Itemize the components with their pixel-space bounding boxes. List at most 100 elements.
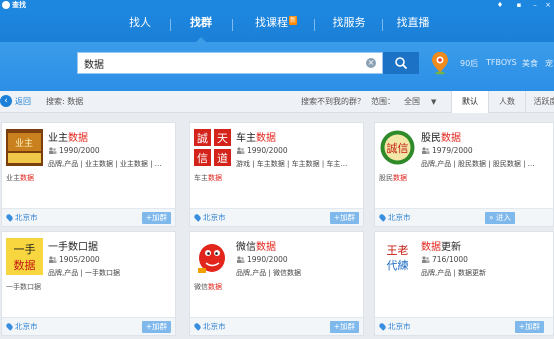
close-button[interactable]: × — [544, 1, 552, 9]
sort-label: 活跃度 — [533, 97, 554, 106]
title-text: 股民 — [421, 133, 441, 144]
sort-default[interactable]: 默认 — [451, 91, 488, 113]
sort-label: 默认 — [462, 97, 478, 106]
title-bar: 查找 ♦ ▪ – × — [0, 0, 554, 10]
svg-text:业主: 业主 — [15, 137, 33, 149]
group-title[interactable]: 微信数据 — [236, 238, 276, 253]
range-select[interactable]: 全国 — [404, 91, 420, 113]
title-text: 微信 — [236, 242, 256, 253]
group-title[interactable]: 一手数口据 — [48, 238, 98, 253]
group-avatar: 一手 数据 — [6, 238, 43, 275]
desc-highlight: 数据 — [393, 174, 407, 182]
member-count: 716/1000 — [421, 255, 468, 264]
people-icon — [48, 256, 57, 263]
group-card[interactable]: 微信数据 1990/2000 品牌,产品 | 微信数据 微信数据 北京市 +加群 — [189, 231, 364, 336]
group-card[interactable]: 誠天信道 车主数据 1990/2000 游戏 | 车主数据 | 车主数据 | 车… — [189, 122, 364, 227]
group-tags: 品牌,产品 | 业主数据 | 业主数据 | … — [48, 160, 162, 168]
not-found-link[interactable]: 搜索不到我的群？ — [301, 91, 365, 113]
svg-text:代練: 代練 — [387, 258, 409, 272]
enter-group-button[interactable]: » 进入 — [485, 212, 515, 224]
title-text: 车主 — [236, 133, 256, 144]
group-tags: 品牌,产品 | 一手数口据 — [48, 269, 121, 277]
city-label: 北京市 — [193, 209, 226, 227]
hot-word-1[interactable]: 90后 — [460, 58, 478, 69]
svg-text:数据: 数据 — [14, 258, 36, 272]
minimize-button[interactable]: – — [531, 1, 539, 9]
title-highlight: 数据 — [256, 242, 276, 253]
group-card[interactable]: 业主 业主数据 1990/2000 品牌,产品 | 业主数据 | 业主数据 | … — [1, 122, 176, 227]
svg-text:誠: 誠 — [197, 132, 208, 145]
title-text: 业主 — [48, 133, 68, 144]
tab-label: 找人 — [129, 16, 151, 29]
group-card[interactable]: 王老 代練 数据更新 716/1000 品牌,产品 | 数据更新 北京市 +加群 — [374, 231, 554, 336]
sort-members[interactable]: 人数 — [488, 91, 525, 113]
title-highlight: 数据 — [441, 133, 461, 144]
group-title[interactable]: 股民数据 — [421, 129, 461, 144]
search-summary: 搜索: 数据 — [46, 97, 84, 106]
svg-text:天: 天 — [217, 132, 228, 145]
desc-text: 车主 — [194, 174, 208, 182]
location-pin-icon[interactable] — [430, 50, 450, 76]
member-count: 1990/2000 — [48, 146, 100, 155]
join-group-button[interactable]: +加群 — [329, 212, 359, 224]
search-icon — [395, 57, 407, 69]
join-group-button[interactable]: +加群 — [141, 212, 171, 224]
group-title[interactable]: 业主数据 — [48, 129, 88, 144]
clear-search-icon[interactable]: × — [366, 58, 376, 68]
feedback-icon[interactable]: ♦ — [496, 1, 504, 9]
city-label: 北京市 — [5, 209, 38, 227]
group-avatar: 誠信 — [379, 129, 416, 166]
join-group-button[interactable]: +加群 — [329, 321, 359, 333]
app-logo-icon — [2, 1, 10, 9]
tab-find-groups[interactable]: 找群 — [181, 10, 221, 42]
title-highlight: 数据 — [421, 242, 441, 253]
search-input[interactable] — [84, 55, 354, 71]
main-nav: 找人 找群 找课程新 找服务 找直播 — [0, 10, 554, 42]
city-text: 北京市 — [388, 213, 411, 222]
city-text: 北京市 — [15, 322, 38, 331]
chevron-down-icon[interactable]: ▼ — [431, 91, 436, 113]
svg-text:誠信: 誠信 — [387, 142, 409, 155]
desc-highlight: 数据 — [20, 174, 34, 182]
hot-word-2[interactable]: TFBOYS — [486, 58, 517, 67]
join-group-button[interactable]: +加群 — [514, 321, 544, 333]
title-text: 更新 — [441, 242, 461, 253]
sort-activity[interactable]: 活跃度 — [525, 91, 554, 113]
back-arrow-icon[interactable]: ‹ — [0, 95, 12, 107]
card-footer: 北京市 +加群 — [2, 317, 175, 335]
location-icon — [193, 213, 202, 222]
search-button[interactable] — [383, 52, 419, 74]
tab-find-people[interactable]: 找人 — [120, 10, 160, 42]
member-count: 1905/2000 — [48, 255, 100, 264]
skin-icon[interactable]: ▪ — [515, 1, 523, 9]
range-label: 范围： — [371, 97, 395, 106]
group-avatar: 誠天信道 — [194, 129, 231, 166]
city-text: 北京市 — [203, 322, 226, 331]
count-text: 1990/2000 — [59, 146, 100, 155]
filter-bar: ‹ 返回 搜索: 数据 搜索不到我的群？ 范围： 全国 ▼ 默认 人数 活跃度 — [0, 91, 554, 113]
app-title: 查找 — [12, 1, 26, 9]
desc-text: 业主 — [6, 174, 20, 182]
group-title[interactable]: 数据更新 — [421, 238, 461, 253]
group-title[interactable]: 车主数据 — [236, 129, 276, 144]
group-card[interactable]: 一手 数据 一手数口据 1905/2000 品牌,产品 | 一手数口据 一手数口据… — [1, 231, 176, 336]
hot-word-3[interactable]: 美食 — [522, 58, 538, 69]
city-label: 北京市 — [193, 318, 226, 336]
hot-word-4[interactable]: 宠 — [545, 58, 553, 69]
group-card[interactable]: 誠信 股民数据 1979/2000 品牌,产品 | 股民数据 | 股民数据 | … — [374, 122, 554, 227]
city-label: 北京市 — [5, 318, 38, 336]
group-description: 车主数据 — [194, 173, 222, 183]
back-link[interactable]: 返回 — [15, 91, 31, 113]
svg-text:道: 道 — [217, 151, 228, 165]
search-box: × — [77, 52, 383, 74]
tab-find-live[interactable]: 找直播 — [390, 10, 436, 42]
tab-label: 找课程 — [254, 16, 288, 29]
desc-highlight: 数据 — [208, 174, 222, 182]
tab-find-courses[interactable]: 找课程新 — [247, 10, 305, 42]
city-label: 北京市 — [378, 318, 411, 336]
tab-find-services[interactable]: 找服务 — [323, 10, 375, 42]
join-group-button[interactable]: +加群 — [141, 321, 171, 333]
svg-text:信: 信 — [197, 152, 208, 165]
location-icon — [193, 322, 202, 331]
title-highlight: 数据 — [256, 133, 276, 144]
